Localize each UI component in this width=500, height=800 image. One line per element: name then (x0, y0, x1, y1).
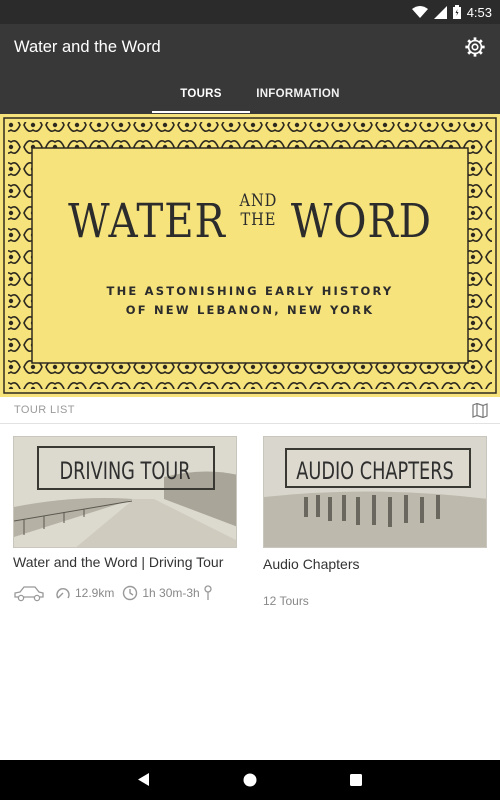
thumbnail-label: DRIVING TOUR (59, 457, 191, 485)
tour-meta: 12.9km 1h 30m-3h (13, 584, 212, 602)
tour-thumbnail[interactable]: AUDIO CHAPTERS (263, 436, 487, 548)
wifi-icon (411, 5, 428, 18)
status-bar: 4:53 (0, 0, 500, 24)
tab-bar: TOURS INFORMATION (0, 84, 500, 114)
tour-list-label: TOUR LIST (14, 404, 75, 416)
road-illustration (14, 437, 236, 547)
app-bar: Water and the Word TOURS INFORMATION (0, 24, 500, 114)
tour-list-header: TOUR LIST (0, 397, 500, 424)
tour-thumbnail[interactable]: DRIVING TOUR (13, 436, 237, 548)
clock-icon (123, 585, 138, 601)
thumbnail-label: AUDIO CHAPTERS (296, 457, 454, 485)
battery-icon (452, 5, 461, 19)
tour-title[interactable]: Audio Chapters (263, 556, 487, 572)
hero-banner: WATER AND THE WORD THE ASTONISHING EARLY … (0, 114, 500, 397)
recents-icon[interactable] (350, 774, 362, 786)
map-icon[interactable] (472, 403, 488, 418)
ornamental-border (3, 117, 497, 394)
hero-subtitle-line1: THE ASTONISHING EARLY HISTORY (106, 284, 394, 298)
hero-title: WATER AND THE WORD (68, 191, 432, 249)
tour-duration: 1h 30m-3h (142, 586, 200, 600)
settings-gear-icon[interactable] (464, 36, 486, 58)
tour-card-audio[interactable]: AUDIO CHAPTERS Audio Chapters 12 Tours (263, 436, 487, 608)
tab-tours[interactable]: TOURS (152, 88, 250, 100)
back-icon[interactable] (138, 773, 150, 786)
tour-title[interactable]: Water and the Word | Driving Tour (13, 554, 237, 570)
tab-information[interactable]: INFORMATION (250, 88, 346, 100)
tour-card-driving[interactable]: DRIVING TOUR Water and the Word | Drivin… (13, 436, 237, 602)
pin-icon (204, 585, 212, 600)
status-time: 4:53 (466, 4, 492, 20)
home-icon[interactable] (243, 773, 257, 787)
hero-subtitle-line2: OF NEW LEBANON, NEW YORK (125, 303, 375, 317)
system-nav-bar (0, 760, 500, 800)
app-title: Water and the Word (14, 38, 161, 56)
procession-illustration (264, 437, 486, 547)
distance-icon (56, 588, 70, 599)
signal-icon (433, 5, 447, 19)
tour-count: 12 Tours (263, 594, 309, 608)
car-icon (14, 586, 44, 602)
tour-distance: 12.9km (75, 586, 115, 600)
tab-indicator (152, 111, 250, 113)
